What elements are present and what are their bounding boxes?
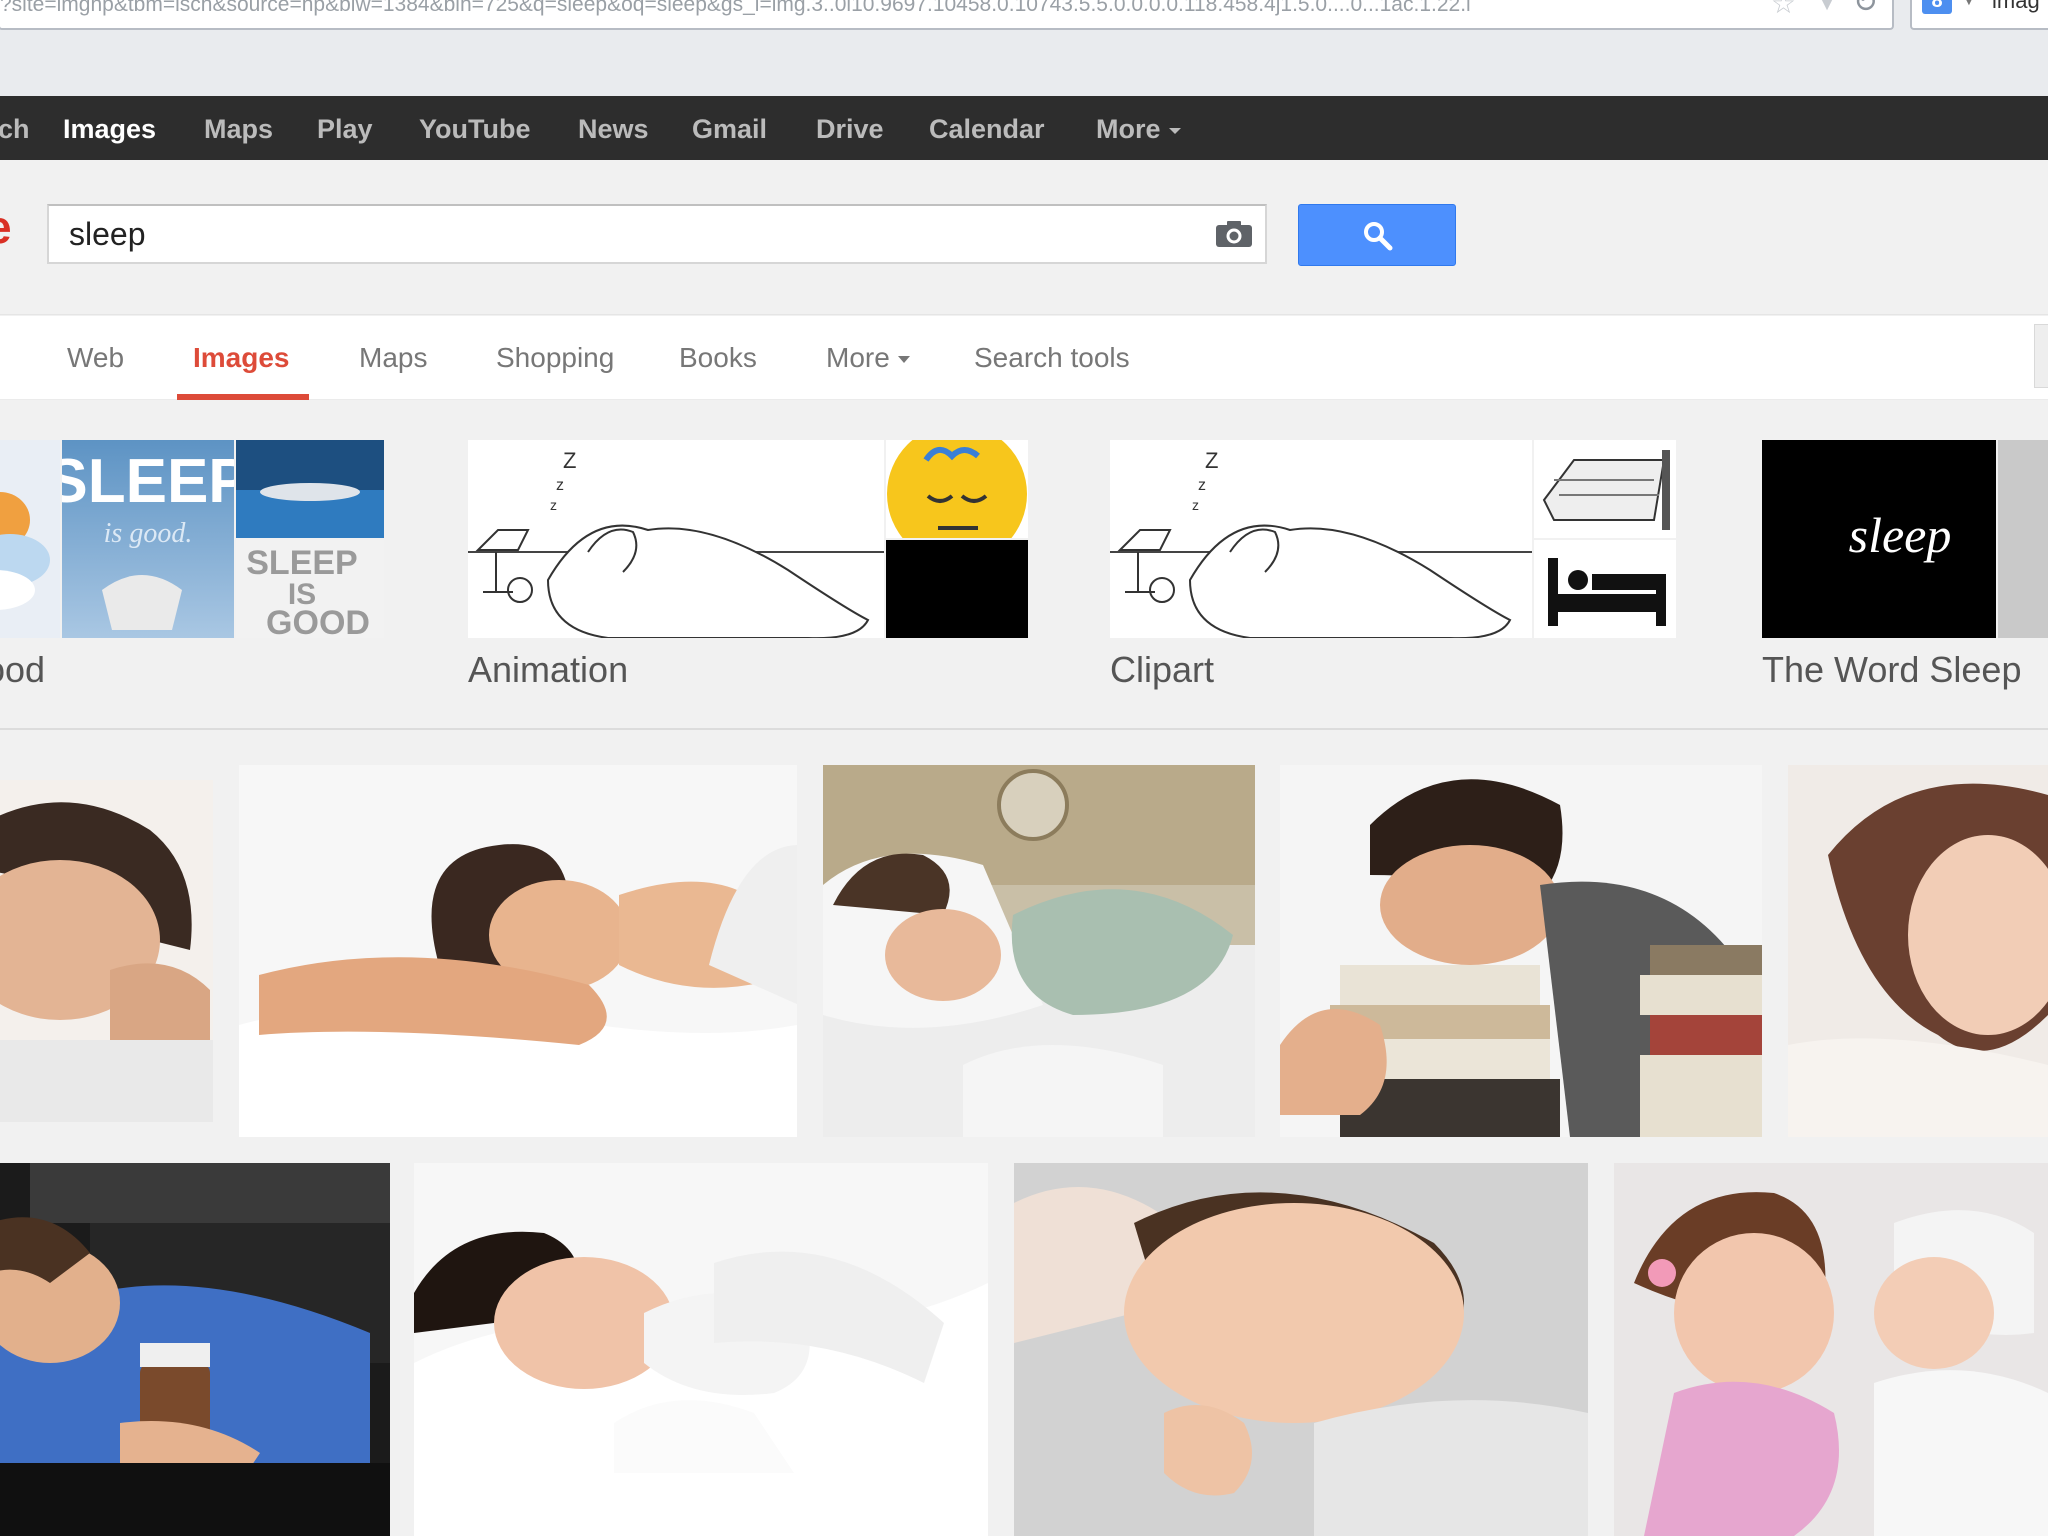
reload-icon[interactable]: ↻ xyxy=(1853,0,1878,18)
related-thumb xyxy=(1534,440,1676,538)
zzz-text: z xyxy=(550,497,557,513)
related-thumb: SLEEP IS GOOD xyxy=(236,540,384,638)
zzz-text: z xyxy=(556,477,564,494)
tab-search-tools[interactable]: Search tools xyxy=(974,316,1130,400)
gbar-item-youtube[interactable]: YouTube xyxy=(419,96,530,160)
gbar-item-play[interactable]: Play xyxy=(317,96,373,160)
tab-books[interactable]: Books xyxy=(679,316,757,400)
zzz-text: z xyxy=(1198,477,1206,494)
tab-images[interactable]: Images xyxy=(193,316,290,400)
related-thumb: sleep xyxy=(1762,440,1996,638)
related-thumb xyxy=(886,440,1028,538)
related-item-sleep-is-good[interactable]: SLEEP is good. SLEEP IS GOOD od xyxy=(0,440,390,710)
browser-search-box[interactable]: 8 ▼ imag xyxy=(1910,0,2048,30)
gbar-item-news[interactable]: News xyxy=(578,96,649,160)
related-label: ood xyxy=(0,649,46,690)
related-thumb xyxy=(886,540,1028,638)
related-thumb xyxy=(0,440,60,638)
tab-shopping[interactable]: Shopping xyxy=(496,316,614,400)
thumb-text-sleep-word: sleep xyxy=(1849,507,1952,563)
search-icon xyxy=(1364,222,1393,251)
tab-more[interactable]: More xyxy=(826,316,910,400)
tab-more-label: More xyxy=(826,342,890,373)
google-logo[interactable]: e xyxy=(0,204,12,250)
browser-search-text: imag xyxy=(1992,0,2040,13)
related-thumb xyxy=(1998,440,2048,638)
related-thumb: SLEEP is good. xyxy=(62,440,234,638)
tab-web[interactable]: Web xyxy=(67,316,124,400)
gbar-more-label: More xyxy=(1096,114,1161,144)
image-result[interactable] xyxy=(0,1163,390,1536)
search-tabs: Web Images Maps Shopping Books More Sear… xyxy=(0,316,2048,400)
address-bar[interactable]: ?site=imghp&tbm=isch&source=hp&biw=1384&… xyxy=(0,0,1894,30)
related-thumb: Z z z xyxy=(1110,440,1532,638)
related-item-the-word-sleep[interactable]: sleep The Word Sleep xyxy=(1762,440,2048,710)
related-searches: SLEEP is good. SLEEP IS GOOD od Z z z An… xyxy=(0,400,2048,730)
search-engine-badge: 8 xyxy=(1922,0,1952,14)
zzz-text: Z xyxy=(1205,448,1218,473)
settings-button[interactable] xyxy=(2034,324,2048,388)
chevron-down-icon[interactable]: ▼ xyxy=(1962,0,1976,12)
image-result[interactable] xyxy=(0,780,213,1122)
url-text: ?site=imghp&tbm=isch&source=hp&biw=1384&… xyxy=(0,0,1471,16)
thumb-text-sleep: SLEEP xyxy=(62,447,234,516)
gbar-item-images[interactable]: Images xyxy=(63,96,156,160)
related-label: Animation xyxy=(468,649,629,690)
google-bar: ch Images Maps Play YouTube News Gmail D… xyxy=(0,96,2048,160)
page: ?site=imghp&tbm=isch&source=hp&biw=1384&… xyxy=(0,0,2048,1536)
search-header: e xyxy=(0,160,2048,315)
gbar-item-maps[interactable]: Maps xyxy=(204,96,273,160)
image-result[interactable] xyxy=(1014,1163,1588,1536)
related-item-clipart[interactable]: Z z z Clipart xyxy=(1110,440,1676,710)
browser-chrome: ?site=imghp&tbm=isch&source=hp&biw=1384&… xyxy=(0,0,2048,96)
related-item-animation[interactable]: Z z z Animation xyxy=(468,440,1028,710)
zzz-text: Z xyxy=(563,448,576,473)
search-button[interactable] xyxy=(1298,204,1456,266)
chevron-down-icon xyxy=(897,356,910,364)
image-result[interactable] xyxy=(414,1163,988,1536)
image-result[interactable] xyxy=(1280,765,1762,1137)
related-thumb: Z z z xyxy=(468,440,884,638)
camera-icon[interactable] xyxy=(1215,220,1253,248)
star-icon[interactable]: ☆ xyxy=(1771,0,1796,18)
related-label: Clipart xyxy=(1110,649,1215,690)
image-result[interactable] xyxy=(1788,765,2048,1137)
gbar-item-search[interactable]: ch xyxy=(0,96,30,160)
tab-maps[interactable]: Maps xyxy=(359,316,427,400)
gbar-item-gmail[interactable]: Gmail xyxy=(692,96,767,160)
gbar-item-calendar[interactable]: Calendar xyxy=(929,96,1045,160)
search-box[interactable] xyxy=(47,204,1267,264)
related-label: The Word Sleep xyxy=(1762,649,2022,690)
search-input[interactable] xyxy=(69,214,1209,254)
image-result[interactable] xyxy=(239,765,797,1137)
image-result[interactable] xyxy=(1614,1163,2048,1536)
thumb-text-sleep-2: SLEEP xyxy=(246,544,357,582)
image-result[interactable] xyxy=(823,765,1255,1137)
gbar-item-more[interactable]: More xyxy=(1096,96,1181,160)
related-thumb xyxy=(236,440,384,538)
thumb-text-good: GOOD xyxy=(266,604,370,638)
gbar-item-drive[interactable]: Drive xyxy=(816,96,884,160)
dropdown-icon[interactable]: ▼ xyxy=(1818,0,1836,16)
thumb-text-is-good: is good. xyxy=(104,518,193,549)
chevron-down-icon xyxy=(1168,127,1181,134)
zzz-text: z xyxy=(1192,497,1199,513)
related-thumb xyxy=(1534,540,1676,638)
